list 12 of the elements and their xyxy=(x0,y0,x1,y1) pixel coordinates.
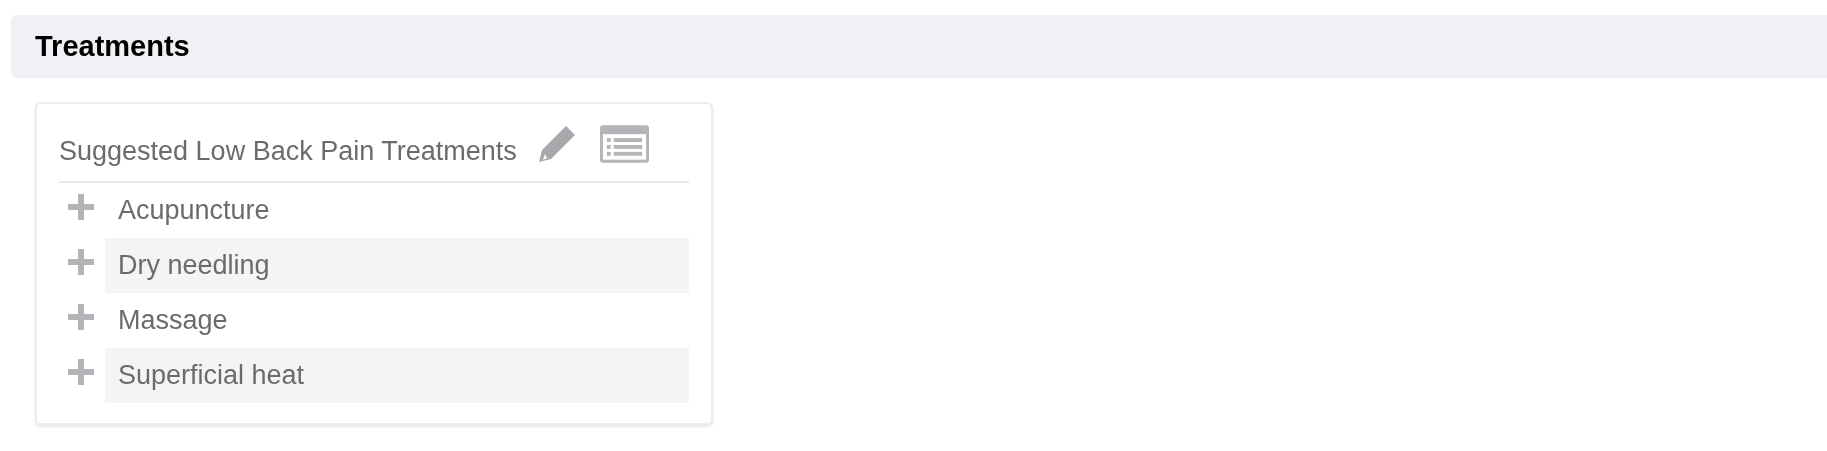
treatment-item: Acupuncture xyxy=(117,194,271,227)
add-icon[interactable] xyxy=(67,302,95,331)
list-icon[interactable] xyxy=(598,123,650,164)
treatment-item: Massage xyxy=(117,304,229,337)
treatment-item: Superficial heat xyxy=(105,348,689,403)
add-icon[interactable] xyxy=(67,357,95,386)
section-title: Treatments xyxy=(35,30,190,63)
card-title: Suggested Low Back Pain Treatments xyxy=(59,136,517,167)
add-icon[interactable] xyxy=(67,192,95,221)
add-icon[interactable] xyxy=(67,247,95,276)
treatment-item: Dry needling xyxy=(105,238,689,293)
edit-icon[interactable] xyxy=(536,123,577,164)
